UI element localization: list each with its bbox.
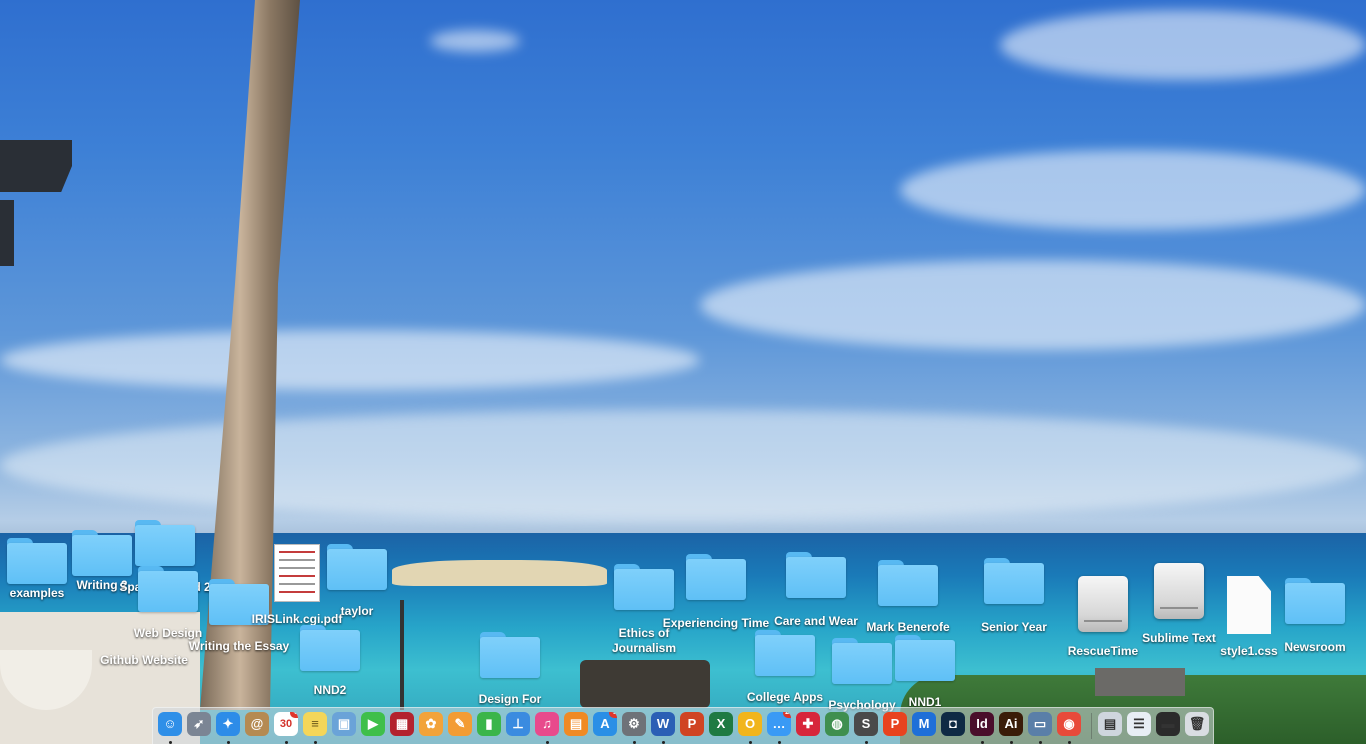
powerpoint-icon[interactable]: P (680, 712, 704, 736)
cloud (900, 150, 1366, 230)
folder-icon (786, 552, 846, 598)
excel-icon[interactable]: X (709, 712, 733, 736)
folder-icon (895, 635, 955, 681)
icon-label: Mark Benerofe (866, 620, 950, 634)
roof-post (0, 200, 14, 266)
image-capture-icon[interactable]: ▭ (1028, 712, 1052, 736)
desktop: examples Writing 2 Spanish 1 and 2 Web D… (0, 0, 1366, 744)
cloud (0, 330, 700, 390)
folder-icon (327, 544, 387, 590)
video-camera-icon[interactable]: ▶ (361, 712, 385, 736)
documents-stack-icon[interactable]: ☰ (1127, 712, 1151, 736)
numbers-icon[interactable]: ▮ (477, 712, 501, 736)
icon-label: Design For (478, 692, 542, 706)
desktop-icon-github-website[interactable]: Github Website (89, 595, 199, 668)
music-icon[interactable]: ♫ (535, 712, 559, 736)
address-book-icon[interactable]: @ (245, 712, 269, 736)
folder-icon (686, 554, 746, 600)
roof-overhang (0, 140, 72, 192)
download-stack-icon[interactable]: ▤ (1098, 712, 1122, 736)
notification-badge: 25 (783, 712, 791, 718)
rocket-icon[interactable]: ➶ (187, 712, 211, 736)
dock-separator (1091, 713, 1092, 739)
compass-icon[interactable]: ✦ (216, 712, 240, 736)
word-icon[interactable]: W (651, 712, 675, 736)
icon-label: RescueTime (1067, 644, 1139, 658)
notification-badge: 1 (609, 712, 617, 718)
finder-icon[interactable]: ☺ (158, 712, 182, 736)
trash-icon[interactable]: 🗑 (1185, 712, 1209, 736)
desktop-icon-experiencing-time[interactable]: Experiencing Time (661, 554, 771, 631)
golf-cart-seat (580, 660, 710, 708)
globe-icon[interactable]: ◍ (825, 712, 849, 736)
desktop-icon-nnd2[interactable]: NND2 (275, 625, 385, 698)
cloud (700, 260, 1366, 350)
icon-label: Experiencing Time (662, 616, 770, 630)
desktop-icon-taylor[interactable]: taylor (302, 544, 412, 619)
icon-label: NND2 (313, 683, 347, 697)
golf-cart-roof (392, 560, 607, 586)
chrome-icon[interactable]: ◉ (1057, 712, 1081, 736)
notification-badge: 6 (290, 712, 298, 718)
dock: ☺ ➶ ✦ @30 6 ≡ ▣ ▶ ▦ ✿ ✎ ▮ ⊥ ♫ ▤ A 1 ⚙ W P X O… 25 ✚ ◍ S P M ◘ Id Ai ▭ ◉ ▤… (152, 707, 1214, 744)
folder-icon (878, 560, 938, 606)
folder-icon (300, 625, 360, 671)
icon-label: Newsroom (1284, 640, 1346, 654)
plus-icon[interactable]: ✚ (796, 712, 820, 736)
cloud (0, 410, 1366, 520)
folder-icon (135, 520, 195, 566)
disk-image-icon (1078, 576, 1128, 632)
house (1095, 668, 1185, 696)
app-store-icon[interactable]: A1 (593, 712, 617, 736)
preview-icon[interactable]: ▣ (332, 712, 356, 736)
book-icon[interactable]: ▤ (564, 712, 588, 736)
cloud (430, 30, 520, 52)
screenshot-stack-icon[interactable]: ▬ (1156, 712, 1180, 736)
illustrator-icon[interactable]: Ai (999, 712, 1023, 736)
acrobat-icon[interactable]: P (883, 712, 907, 736)
icon-label: Github Website (100, 653, 188, 667)
icon-label: taylor (340, 604, 374, 618)
desktop-icon-design-for[interactable]: Design For (455, 632, 565, 707)
desktop-icon-newsroom[interactable]: Newsroom (1260, 578, 1366, 655)
sublime-text-icon[interactable]: S (854, 712, 878, 736)
outlook-icon[interactable]: O (738, 712, 762, 736)
folder-icon (755, 630, 815, 676)
photo-booth-icon[interactable]: ▦ (390, 712, 414, 736)
gear-icon[interactable]: ⚙ (622, 712, 646, 736)
folder-icon (1285, 578, 1345, 624)
pages-icon[interactable]: ✎ (448, 712, 472, 736)
cloud (1000, 10, 1366, 80)
indesign-icon[interactable]: Id (970, 712, 994, 736)
folder-icon (480, 632, 540, 678)
photos-icon[interactable]: ✿ (419, 712, 443, 736)
keynote-icon[interactable]: ⊥ (506, 712, 530, 736)
folder-icon (984, 558, 1044, 604)
calendar-icon[interactable]: 30 6 (274, 712, 298, 736)
malwarebytes-icon[interactable]: M (912, 712, 936, 736)
square-frame-icon[interactable]: ◘ (941, 712, 965, 736)
chat-bubble-icon[interactable]: … 25 (767, 712, 791, 736)
notes-icon[interactable]: ≡ (303, 712, 327, 736)
desktop-icon-nnd1[interactable]: NND1 (870, 635, 980, 710)
desktop-icon-mark-benerofe[interactable]: Mark Benerofe (853, 560, 963, 635)
